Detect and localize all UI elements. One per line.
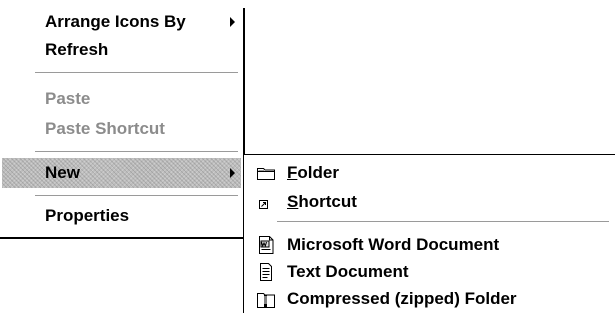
menu-item-arrange-icons-by[interactable]: Arrange Icons By <box>2 8 241 36</box>
accelerator-key: F <box>287 163 298 182</box>
menu-item-label: Paste Shortcut <box>45 119 165 138</box>
submenu-arrow-icon <box>230 17 235 27</box>
text-document-icon <box>256 263 276 281</box>
menu-item-label: Text Document <box>287 262 409 281</box>
menu-separator <box>35 72 238 74</box>
menu-item-paste: Paste <box>2 85 241 113</box>
menu-item-properties[interactable]: Properties <box>2 202 241 230</box>
menu-item-label: New <box>45 163 80 182</box>
menu-separator <box>35 151 238 153</box>
menu-item-label: Paste <box>45 89 91 108</box>
folder-icon <box>256 164 276 182</box>
menu-item-label: Arrange Icons By <box>45 12 186 31</box>
menu-separator <box>277 221 609 223</box>
menu-item-label: Refresh <box>45 40 109 59</box>
menu-item-paste-shortcut: Paste Shortcut <box>2 115 241 143</box>
label-rest: hortcut <box>298 192 357 211</box>
accelerator-key: S <box>287 192 299 211</box>
submenu-item-shortcut[interactable]: Shortcut <box>244 188 615 216</box>
menu-item-label: Shortcut <box>287 192 357 211</box>
menu-item-label: Properties <box>45 206 130 225</box>
menu-item-refresh[interactable]: Refresh <box>2 36 241 64</box>
menu-item-label: Microsoft Word Document <box>287 235 500 254</box>
menu-item-label: Compressed (zipped) Folder <box>287 289 517 308</box>
submenu-arrow-icon <box>230 168 235 178</box>
submenu-item-compressed-zipped-folder[interactable]: Compressed (zipped) Folder <box>244 285 615 313</box>
word-document-icon <box>256 236 276 254</box>
submenu-item-text-document[interactable]: Text Document <box>244 258 615 286</box>
shortcut-icon <box>256 193 276 211</box>
submenu-item-folder[interactable]: Folder <box>244 159 615 187</box>
menu-item-label: Folder <box>287 163 339 182</box>
desktop-context-menu: Arrange Icons By Refresh Paste Paste Sho… <box>0 8 245 239</box>
new-submenu: Folder Shortcut Microsoft Word Document <box>243 154 615 313</box>
label-rest: older <box>297 163 339 182</box>
menu-separator <box>35 195 238 197</box>
zip-folder-icon <box>256 290 276 308</box>
submenu-item-microsoft-word-document[interactable]: Microsoft Word Document <box>244 231 615 259</box>
menu-item-new[interactable]: New <box>2 158 241 188</box>
